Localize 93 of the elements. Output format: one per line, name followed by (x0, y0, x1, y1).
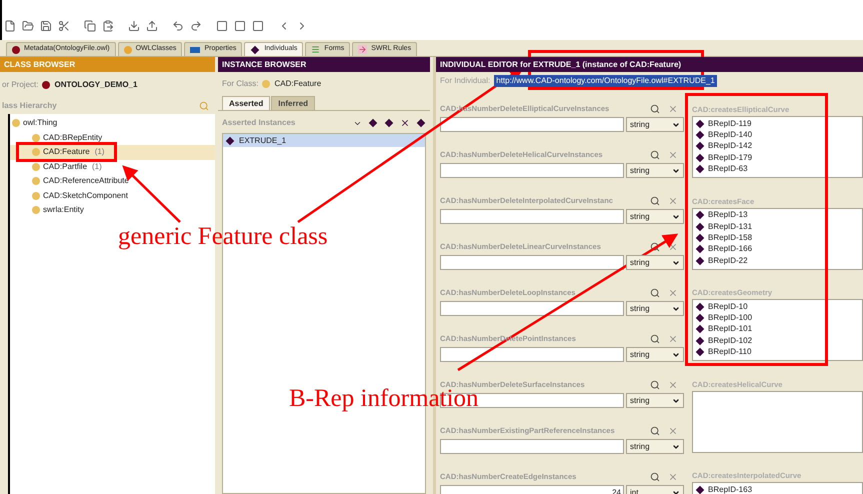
caret-icon (672, 304, 680, 312)
list-item[interactable]: BRepID-131 (708, 220, 752, 233)
list-item[interactable]: BRepID-63 (708, 163, 748, 176)
project-icon (42, 81, 50, 89)
type-dropdown[interactable]: string (626, 439, 684, 454)
individual-label: For Individual: (440, 75, 490, 87)
caret-icon (672, 120, 680, 128)
class-name: CAD:Feature (274, 78, 322, 90)
panel-header: INSTANCE BROWSER (218, 57, 430, 72)
value-field[interactable] (440, 163, 624, 178)
instance-count: (1) (94, 146, 104, 158)
type-dropdown[interactable]: string (626, 393, 684, 408)
project-name: ONTOLOGY_DEMO_1 (54, 79, 138, 91)
list-item[interactable]: BRepID-102 (708, 334, 752, 347)
annotation-text: B-Rep information (289, 386, 479, 411)
caret-icon (672, 350, 680, 358)
search-icon[interactable] (650, 242, 660, 252)
type-dropdown[interactable]: string (626, 209, 684, 224)
list-item[interactable]: BRepID-10 (708, 300, 748, 313)
value-field[interactable] (440, 347, 624, 362)
search-icon[interactable] (650, 288, 660, 298)
class-name[interactable]: CAD:ReferenceAttribute (43, 175, 129, 188)
type-dropdown[interactable]: string (626, 163, 684, 178)
class-name[interactable]: CAD:Partfile (43, 160, 88, 173)
undo-icon[interactable] (172, 20, 184, 32)
panel-header: CLASS BROWSER (0, 57, 215, 72)
value-field[interactable] (440, 117, 624, 132)
redo-icon[interactable] (190, 20, 202, 32)
search-icon[interactable] (650, 426, 660, 436)
list-item[interactable]: BRepID-163 (708, 484, 752, 494)
list-item[interactable]: BRepID-101 (708, 323, 752, 336)
type-dropdown[interactable]: string (626, 347, 684, 362)
lines-icon (311, 45, 320, 54)
class-name[interactable]: swrla:Entity (43, 204, 84, 216)
box-icon[interactable] (234, 20, 246, 32)
list-item[interactable]: BRepID-22 (708, 254, 748, 267)
list-item[interactable]: BRepID-119 (708, 118, 752, 130)
type-dropdown[interactable]: string (626, 255, 684, 270)
list-item[interactable]: BRepID-13 (708, 209, 748, 222)
class-name[interactable]: CAD:SketchComponent (43, 190, 128, 202)
rectangle-icon (190, 46, 200, 52)
search-icon[interactable] (650, 334, 660, 344)
list-item[interactable]: BRepID-179 (708, 152, 752, 164)
paste-icon[interactable] (102, 20, 114, 32)
project-label: or Project: (2, 79, 38, 91)
download-icon[interactable] (128, 20, 140, 32)
list-item[interactable]: BRepID-142 (708, 140, 752, 152)
list-item[interactable]: BRepID-166 (708, 243, 752, 256)
tab[interactable]: Asserted (222, 96, 270, 110)
class-icon (262, 80, 270, 88)
instance-icon (384, 118, 394, 128)
box-icon[interactable] (252, 20, 264, 32)
list-item[interactable]: BRepID-100 (708, 312, 752, 324)
class-name[interactable]: CAD:BRepEntity (43, 132, 102, 144)
hierarchy-label: lass Hierarchy (2, 100, 57, 112)
type-dropdown[interactable]: string (626, 117, 684, 132)
list-item[interactable]: BRepID-158 (708, 232, 752, 244)
panel-header: INDIVIDUAL EDITOR for EXTRUDE_1 (instance of CAD:Feature) (436, 57, 863, 72)
search-icon[interactable] (650, 104, 660, 114)
search-icon[interactable] (650, 196, 660, 206)
value-field[interactable] (440, 255, 624, 270)
new-file-icon[interactable] (4, 20, 16, 32)
scissors-icon[interactable] (58, 20, 70, 32)
search-icon[interactable] (650, 150, 660, 160)
delete-icon[interactable] (400, 118, 410, 128)
copy-icon[interactable] (84, 20, 96, 32)
upload-icon[interactable] (146, 20, 158, 32)
save-icon[interactable] (40, 20, 52, 32)
instance-count: (1) (92, 160, 102, 173)
value-field[interactable] (440, 209, 624, 224)
caret-icon (672, 258, 680, 266)
class-name[interactable]: CAD:Feature (43, 146, 90, 158)
search-icon[interactable] (650, 472, 660, 482)
caret-icon (672, 442, 680, 450)
value-field[interactable] (440, 301, 624, 316)
list-item[interactable]: BRepID-110 (708, 346, 752, 358)
open-folder-icon[interactable] (22, 20, 34, 32)
instances-label: Asserted Instances (222, 117, 296, 129)
type-dropdown[interactable]: string (626, 301, 684, 316)
tab[interactable]: Inferred (271, 96, 316, 110)
individual-uri-field[interactable]: http://www.CAD-ontology.com/OntologyFile.owl#EXTRUDE_1 (494, 75, 717, 87)
class-name[interactable]: owl:Thing (23, 117, 58, 130)
search-icon[interactable] (650, 380, 660, 390)
annotation-text: generic Feature class (118, 224, 328, 249)
class-label: For Class: (222, 78, 258, 90)
list-item[interactable]: BRepID-140 (708, 129, 752, 142)
value-field[interactable] (440, 439, 624, 454)
caret-icon (672, 166, 680, 174)
create-instance-icon (368, 118, 378, 128)
class-icon (12, 119, 20, 128)
caret-icon (672, 212, 680, 220)
box-icon[interactable] (216, 20, 228, 32)
caret-icon (672, 396, 680, 404)
